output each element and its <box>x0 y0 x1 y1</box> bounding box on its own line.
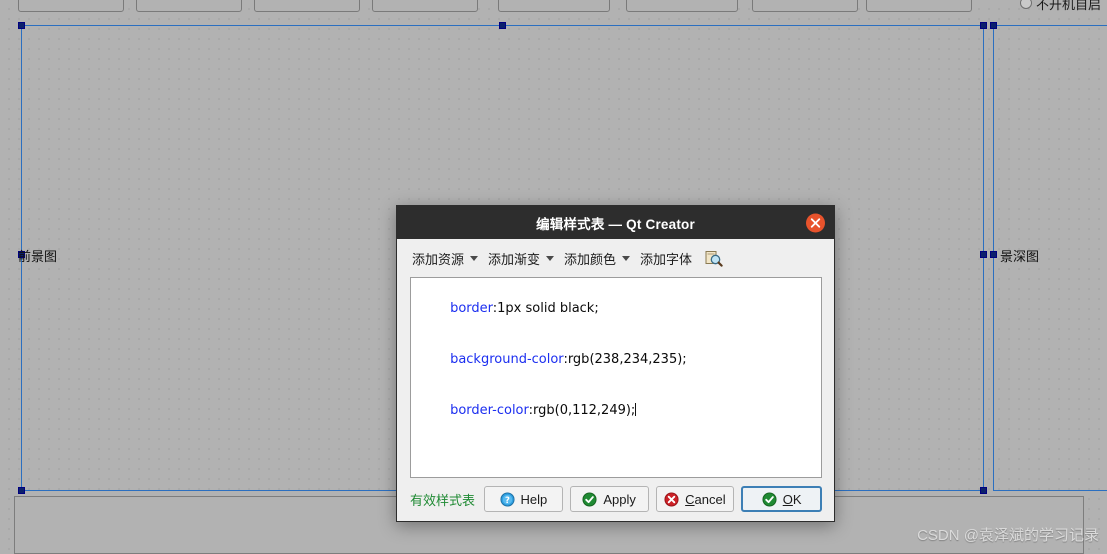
line-edit-widget[interactable] <box>254 0 360 12</box>
add-resource-label: 添加资源 <box>412 252 465 267</box>
ok-button[interactable]: OK <box>741 486 823 512</box>
stylesheet-toolbar: 添加资源 添加渐变 添加颜色 添加字体 <box>397 239 834 275</box>
line-edit-widget[interactable] <box>18 0 124 12</box>
text-cursor <box>635 403 637 416</box>
line-edit-widget[interactable] <box>498 0 610 12</box>
add-color-label: 添加颜色 <box>564 252 617 267</box>
cancel-mnemonic: C <box>685 491 695 507</box>
top-widget-strip: 不开机自启 <box>0 0 1107 13</box>
help-button[interactable]: ? Help <box>484 486 563 512</box>
code-line: border:1px solid black; <box>417 283 815 334</box>
radio-circle-icon <box>1019 0 1032 9</box>
check-circle-icon <box>762 491 777 507</box>
selection-handle-middle-right[interactable] <box>980 251 987 258</box>
css-value: :rgb(238,234,235); <box>563 352 687 367</box>
add-gradient-label: 添加渐变 <box>488 252 541 267</box>
line-edit-widget[interactable] <box>626 0 738 12</box>
edit-stylesheet-dialog: 编辑样式表 — Qt Creator 添加资源 添加渐变 添加颜色 添加字体 b… <box>396 205 835 522</box>
chevron-down-icon <box>546 256 555 261</box>
css-value: :rgb(0,112,249); <box>528 403 636 418</box>
line-edit-widget[interactable] <box>752 0 858 12</box>
help-icon: ? <box>499 491 515 507</box>
line-edit-widget[interactable] <box>136 0 242 12</box>
selection-handle-top-right[interactable] <box>980 22 987 29</box>
dialog-body: 添加资源 添加渐变 添加颜色 添加字体 border:1px solid bla… <box>397 239 834 521</box>
add-resource-menu[interactable]: 添加资源 <box>410 248 480 269</box>
css-property: background-color <box>450 352 564 367</box>
selection-handle-bottom-left[interactable] <box>18 487 25 494</box>
selection-handle-right-top[interactable] <box>990 22 997 29</box>
magnifier-icon[interactable] <box>704 250 724 268</box>
radio-label: 不开机自启 <box>1035 0 1101 12</box>
dialog-titlebar[interactable]: 编辑样式表 — Qt Creator <box>397 206 834 239</box>
code-line: border-color:rgb(0,112,249); <box>417 385 815 436</box>
apply-label: Apply <box>603 491 636 507</box>
css-value: :1px solid black; <box>492 301 599 316</box>
label-foreground-image: 前景图 <box>18 249 58 264</box>
css-property: border-color <box>450 403 529 418</box>
add-font-button[interactable]: 添加字体 <box>638 248 694 269</box>
apply-button[interactable]: Apply <box>569 486 649 512</box>
line-edit-widget[interactable] <box>372 0 478 12</box>
add-color-menu[interactable]: 添加颜色 <box>562 248 632 269</box>
radio-no-autostart[interactable]: 不开机自启 <box>1019 0 1101 12</box>
cancel-circle-icon <box>664 491 679 507</box>
ok-label: K <box>792 491 802 507</box>
add-font-label: 添加字体 <box>640 252 693 267</box>
selection-handle-top-center[interactable] <box>499 22 506 29</box>
selection-handle-top-left[interactable] <box>18 22 25 29</box>
cancel-button[interactable]: Cancel <box>655 486 735 512</box>
selection-handle-right-middle[interactable] <box>990 251 997 258</box>
chevron-down-icon <box>470 256 479 261</box>
selection-handle-bottom-right[interactable] <box>980 487 987 494</box>
chevron-down-icon <box>622 256 631 261</box>
help-label: Help <box>520 491 548 507</box>
close-icon[interactable] <box>806 213 825 232</box>
ok-mnemonic: O <box>782 491 793 507</box>
cancel-label: ancel <box>694 491 726 507</box>
add-gradient-menu[interactable]: 添加渐变 <box>486 248 556 269</box>
valid-stylesheet-status: 有效样式表 <box>410 492 476 508</box>
css-property: border <box>450 301 493 316</box>
svg-text:?: ? <box>505 494 510 504</box>
line-edit-widget[interactable] <box>866 0 972 12</box>
dialog-title: 编辑样式表 — Qt Creator <box>536 216 695 232</box>
code-line: background-color:rgb(238,234,235); <box>417 334 815 385</box>
label-depth-image: 景深图 <box>1000 249 1040 264</box>
check-circle-icon <box>582 491 597 507</box>
dialog-button-row: 有效样式表 ? Help Apply Cancel OK <box>397 478 834 521</box>
stylesheet-editor[interactable]: border:1px solid black; background-color… <box>410 277 822 478</box>
